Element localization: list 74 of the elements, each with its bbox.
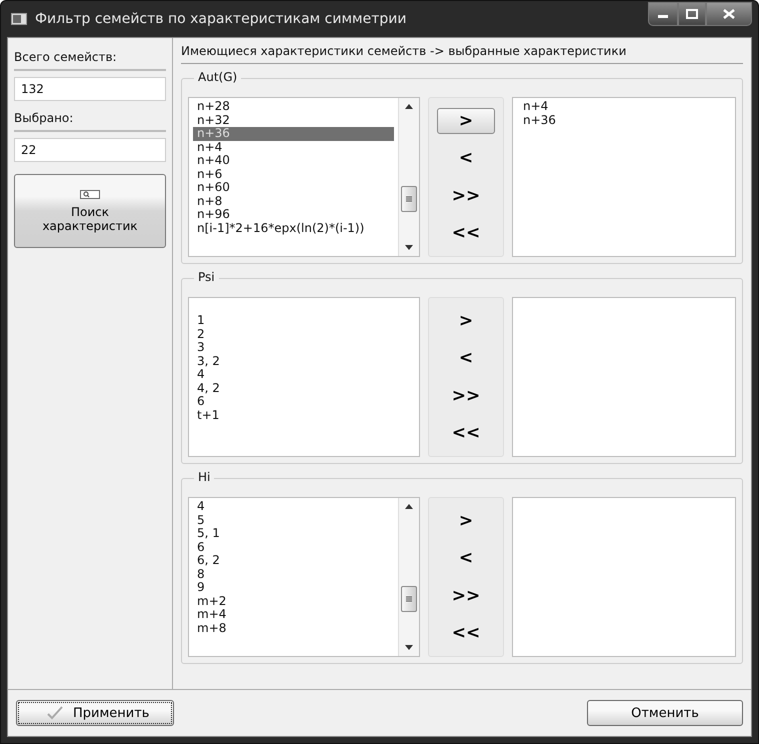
move-button[interactable]: < xyxy=(437,145,495,172)
chosen-list[interactable]: n+4 n+36 xyxy=(512,97,736,257)
maximize-button[interactable] xyxy=(678,2,706,26)
list-item[interactable]: 8 xyxy=(193,568,394,581)
list-item[interactable]: n+60 xyxy=(193,181,394,194)
list-item[interactable]: 5 xyxy=(193,514,394,527)
move-button[interactable]: >> xyxy=(437,182,495,209)
list-item[interactable]: n+32 xyxy=(193,114,394,127)
scroll-thumb[interactable] xyxy=(401,586,417,612)
cancel-button[interactable]: Отменить xyxy=(587,700,743,726)
move-button[interactable]: << xyxy=(437,620,495,646)
move-button[interactable]: >> xyxy=(437,382,495,409)
scrollbar[interactable] xyxy=(398,98,419,256)
move-button[interactable]: >> xyxy=(437,582,495,609)
group-title: Aut(G) xyxy=(194,70,242,84)
list-item[interactable]: n+40 xyxy=(193,154,394,168)
section-header: Имеющиеся характеристики семейств -> выбранные характеристики xyxy=(181,44,743,64)
move-button[interactable]: > xyxy=(437,508,495,534)
move-button[interactable]: < xyxy=(437,345,495,372)
list-item[interactable]: n+96 xyxy=(193,208,394,222)
list-item[interactable]: 6 xyxy=(193,395,415,408)
close-icon xyxy=(723,9,735,19)
list-item[interactable]: n+4 xyxy=(519,100,729,114)
list-item[interactable]: 3, 2 xyxy=(193,354,415,368)
available-list[interactable]: n+28 n+32 n+36 n+4 n+40 n+6 n+60 n+8 n+96 n[i-1]*2+16*epx(ln(2)*(i-1)) xyxy=(188,97,420,257)
list-item[interactable]: 4, 2 xyxy=(193,382,415,395)
available-list[interactable]: 1 2 3 3, 2 4 4, 2 6 t+1 xyxy=(188,297,420,457)
list-item[interactable]: n+36 xyxy=(519,114,729,127)
scroll-thumb[interactable] xyxy=(401,186,417,212)
list-item[interactable]: n+28 xyxy=(193,100,394,114)
scroll-up-icon[interactable] xyxy=(405,504,413,509)
list-item[interactable]: 6, 2 xyxy=(193,554,394,568)
list-item[interactable]: m+2 xyxy=(193,594,394,608)
checkmark-icon xyxy=(47,706,63,720)
list-item[interactable]: n+36 xyxy=(193,127,394,140)
scroll-up-icon[interactable] xyxy=(405,104,413,109)
minimize-button[interactable] xyxy=(648,2,678,26)
list-item[interactable]: n+8 xyxy=(193,194,394,208)
move-button[interactable]: > xyxy=(437,308,495,334)
available-list[interactable]: 4 5 5, 1 6 6, 2 8 9 m+2 m+4 m+8 xyxy=(188,497,420,657)
total-field[interactable]: 132 xyxy=(14,77,166,101)
list-item[interactable]: 4 xyxy=(193,368,415,382)
list-item[interactable]: n+6 xyxy=(193,168,394,181)
apply-button[interactable]: Применить xyxy=(16,700,174,726)
group-title: Hi xyxy=(194,470,214,484)
move-button[interactable]: > xyxy=(437,108,495,134)
total-label: Всего семейств: xyxy=(14,46,166,71)
move-button[interactable]: << xyxy=(437,420,495,446)
list-item[interactable]: m+4 xyxy=(193,608,394,622)
move-button[interactable]: << xyxy=(437,220,495,246)
list-item[interactable]: 9 xyxy=(193,581,394,594)
search-icon xyxy=(80,190,100,198)
window-icon xyxy=(11,13,27,25)
window-title: Фильтр семейств по характеристикам симметрии xyxy=(35,11,408,27)
list-item[interactable]: n+4 xyxy=(193,140,394,154)
list-item[interactable]: 4 xyxy=(193,500,394,514)
selected-field[interactable]: 22 xyxy=(14,138,166,162)
list-item[interactable]: 1 xyxy=(193,314,415,328)
list-item[interactable]: 5, 1 xyxy=(193,527,394,540)
scroll-down-icon[interactable] xyxy=(405,245,413,250)
maximize-icon xyxy=(686,9,698,19)
selected-label: Выбрано: xyxy=(14,107,166,132)
list-item[interactable]: m+8 xyxy=(193,622,394,635)
list-item[interactable]: 2 xyxy=(193,328,415,341)
list-item[interactable]: 3 xyxy=(193,341,415,354)
move-button[interactable]: < xyxy=(437,545,495,572)
list-item[interactable]: n[i-1]*2+16*epx(ln(2)*(i-1)) xyxy=(193,222,394,235)
list-item[interactable]: t+1 xyxy=(193,408,415,422)
close-button[interactable] xyxy=(706,2,752,26)
scrollbar[interactable] xyxy=(398,498,419,656)
search-button[interactable]: Поиск характеристик xyxy=(14,174,166,248)
group-title: Psi xyxy=(194,270,219,284)
scroll-down-icon[interactable] xyxy=(405,645,413,650)
list-item[interactable]: 6 xyxy=(193,540,394,554)
